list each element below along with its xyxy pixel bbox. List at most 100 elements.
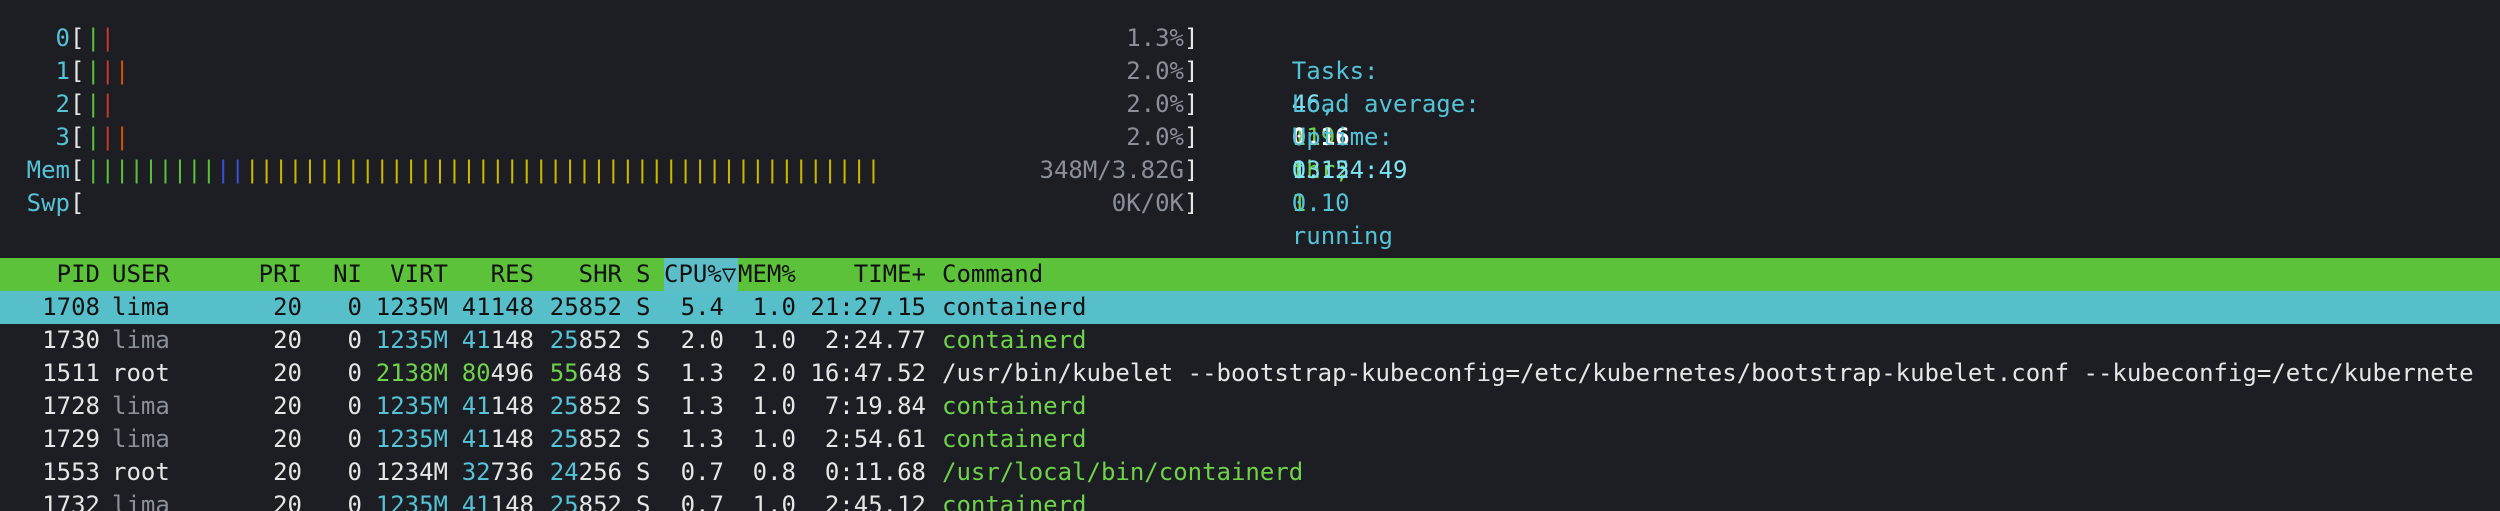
col-pri[interactable]: PRI xyxy=(240,258,302,291)
process-res: 41148 xyxy=(456,489,534,511)
process-user: lima xyxy=(112,293,170,321)
meter-bracket-close: ] xyxy=(1184,189,1199,217)
process-row[interactable]: 1730 lima 20 0 1235M 41148 25852 S 2.0 1.0 2:24.77… xyxy=(0,324,2500,357)
meter-bracket-open: [ xyxy=(70,90,85,118)
process-shr-low: 852 xyxy=(578,491,622,511)
process-command: containerd xyxy=(942,491,1087,511)
process-command: containerd xyxy=(942,425,1087,453)
process-shr: 25852 xyxy=(546,423,622,456)
process-command: containerd xyxy=(942,326,1087,354)
process-ni: 0 xyxy=(347,326,362,354)
meter-1: 1[||| 2.0%] xyxy=(0,55,1200,88)
meter-2: 2[|| 2.0%] xyxy=(0,88,1200,121)
col-res[interactable]: RES xyxy=(456,258,534,291)
process-table-header[interactable]: PID USER PRI NI VIRT RES SHR S CPU%▽ MEM… xyxy=(0,258,2500,291)
process-time: 0:11.68 xyxy=(824,458,926,486)
meter-bracket-open: [ xyxy=(70,24,85,52)
process-mem: 0.8 xyxy=(752,458,796,486)
process-s: S xyxy=(636,491,651,511)
process-res: 41148 xyxy=(456,423,534,456)
process-row[interactable]: 1708 lima 20 0 1235M 41148 25852 S 5.4 1.0 21:27.1… xyxy=(0,291,2500,324)
col-command[interactable]: Command xyxy=(942,258,1142,291)
meter-bar: || xyxy=(86,22,115,55)
col-time[interactable]: TIME+ xyxy=(810,258,926,291)
process-shr: 25852 xyxy=(549,293,622,321)
process-row[interactable]: 1728 lima 20 0 1235M 41148 25852 S 1.3 1.0 7:19.84… xyxy=(0,390,2500,423)
process-res-high: 32 xyxy=(461,458,491,486)
process-user: lima xyxy=(112,326,170,354)
htop-terminal: 0[|| 1.3%] 1[||| 2.0%] 2[|| 2.0%] 3[||| 2.0%] Me… xyxy=(0,0,2500,511)
uptime-label: Uptime: xyxy=(1291,123,1393,151)
col-user[interactable]: USER xyxy=(112,258,212,291)
process-res-low: 148 xyxy=(490,392,534,420)
col-shr[interactable]: SHR xyxy=(546,258,622,291)
col-ni[interactable]: NI xyxy=(312,258,362,291)
load-15: 0.10 xyxy=(1291,189,1350,217)
process-pri: 20 xyxy=(273,491,302,511)
meter-bracket-close: ] xyxy=(1184,156,1199,184)
process-res: 41148 xyxy=(456,324,534,357)
process-virt: 2138M xyxy=(375,359,448,387)
process-virt: 1235M xyxy=(375,425,448,453)
meter-bracket-close: ] xyxy=(1184,24,1199,52)
meter-bar-segment: | xyxy=(100,57,115,85)
process-res-low: 736 xyxy=(490,458,534,486)
load-line: Load average: 0.16 0.12 0.10 xyxy=(1234,55,1480,217)
process-cpu: 0.7 xyxy=(680,491,724,511)
process-row[interactable]: 1553 root 20 0 1234M 32736 24256 S 0.7 0.8 0:11.68… xyxy=(0,456,2500,489)
process-ni: 0 xyxy=(347,425,362,453)
col-cpu-sorted[interactable]: CPU%▽ xyxy=(664,258,738,291)
col-virt[interactable]: VIRT xyxy=(370,258,448,291)
process-s: S xyxy=(636,326,651,354)
meter-value: 0K/0K xyxy=(1111,189,1184,217)
meter-bracket-open: [ xyxy=(70,123,85,151)
process-ni: 0 xyxy=(347,293,362,321)
meter-bar-segment: | xyxy=(100,123,115,151)
process-pri: 20 xyxy=(273,425,302,453)
process-mem: 1.0 xyxy=(752,392,796,420)
process-shr: 24256 xyxy=(546,456,622,489)
process-pri: 20 xyxy=(273,293,302,321)
running-label: running xyxy=(1291,222,1393,250)
meter-bar-segment: | xyxy=(86,24,101,52)
meter-bracket-close: ] xyxy=(1184,57,1199,85)
col-mem[interactable]: MEM% xyxy=(738,258,804,291)
process-row[interactable]: 1729 lima 20 0 1235M 41148 25852 S 1.3 1.0 2:54.61… xyxy=(0,423,2500,456)
process-ni: 0 xyxy=(347,392,362,420)
process-time: 7:19.84 xyxy=(824,392,926,420)
process-ni: 0 xyxy=(347,491,362,511)
process-shr-low: 852 xyxy=(578,425,622,453)
process-row[interactable]: 1732 lima 20 0 1235M 41148 25852 S 0.7 1.0 2:45.12… xyxy=(0,489,2500,511)
meter-bar: || xyxy=(86,88,115,121)
meter-value: 1.3% xyxy=(1126,24,1184,52)
col-pid[interactable]: PID xyxy=(0,258,100,291)
tasks-line: Tasks: 46, 119 thr; 1 running xyxy=(1234,22,1393,250)
process-row[interactable]: 1511 root 20 0 2138M 80496 55648 S 1.3 2.0 16:47.5… xyxy=(0,357,2500,390)
meter-bracket-close: ] xyxy=(1184,123,1199,151)
process-shr: 55648 xyxy=(546,357,622,390)
process-s: S xyxy=(636,392,651,420)
uptime-line: Uptime: 13:54:49 xyxy=(1234,88,1408,184)
process-virt: 1235M xyxy=(375,326,448,354)
process-shr: 25852 xyxy=(546,390,622,423)
process-shr-low: 852 xyxy=(578,392,622,420)
process-res-high: 41 xyxy=(461,392,491,420)
meter-bar: ||| xyxy=(86,121,129,154)
meter-label: Swp xyxy=(26,189,70,217)
process-mem: 1.0 xyxy=(752,293,796,321)
meter-label: 3 xyxy=(55,123,70,151)
process-pri: 20 xyxy=(273,326,302,354)
col-state[interactable]: S xyxy=(636,258,656,291)
meter-label: 1 xyxy=(55,57,70,85)
process-virt: 1235M xyxy=(375,293,448,321)
meter-bar-segment: | xyxy=(86,90,101,118)
meter-0: 0[|| 1.3%] xyxy=(0,22,1200,55)
process-res-high: 41 xyxy=(461,326,491,354)
process-res: 32736 xyxy=(456,456,534,489)
process-shr-low: 852 xyxy=(578,326,622,354)
process-s: S xyxy=(636,425,651,453)
process-pri: 20 xyxy=(273,392,302,420)
process-cpu: 0.7 xyxy=(680,458,724,486)
process-time: 2:24.77 xyxy=(824,326,926,354)
meter-bar-segment: | xyxy=(100,24,115,52)
